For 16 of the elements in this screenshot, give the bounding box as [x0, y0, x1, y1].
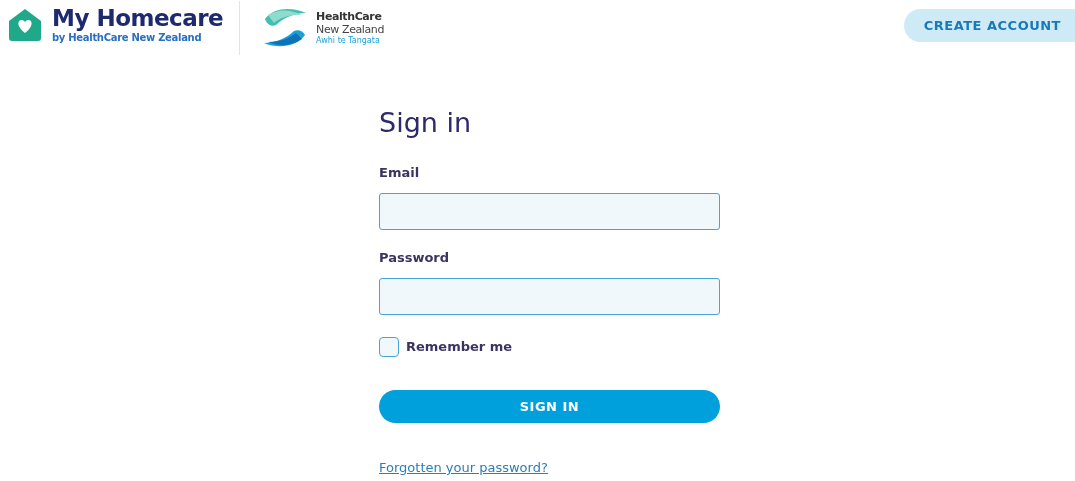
input-field[interactable] [379, 193, 720, 230]
brand-name: My Homecare [52, 5, 224, 31]
sign-in-button[interactable]: SIGN IN [379, 390, 720, 423]
remember-label: Remember me [406, 338, 513, 357]
partner-tagline: Awhi te Tangata [316, 36, 381, 46]
field-label: Password [379, 250, 451, 266]
remember-checkbox[interactable] [379, 337, 399, 357]
input-field[interactable] [379, 278, 720, 315]
partner-name: HealthCare [316, 10, 383, 23]
brand-subtitle: by HealthCare New Zealand [52, 31, 203, 44]
create-account-button[interactable]: CREATE ACCOUNT [903, 9, 1075, 42]
partner-region: New Zealand [316, 23, 384, 36]
forgot-password-link[interactable]: Forgotten your password? [379, 458, 548, 478]
field-label: Email [379, 165, 421, 181]
page-title: Sign in [379, 106, 473, 140]
house-heart-icon [8, 7, 42, 42]
